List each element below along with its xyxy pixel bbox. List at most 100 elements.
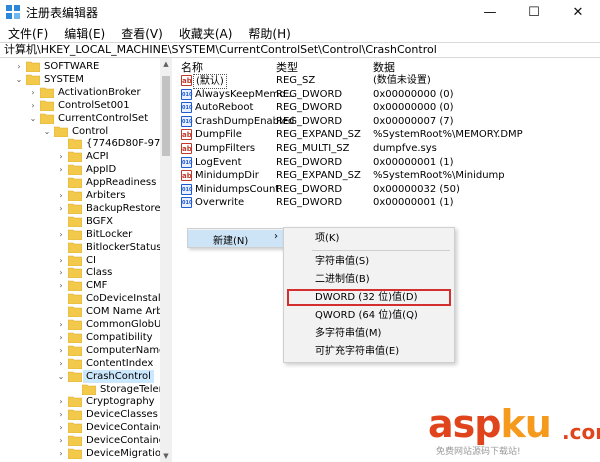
value-data: 0x00000032 (50)	[373, 183, 460, 195]
value-row[interactable]: ab MinidumpDir REG_EXPAND_SZ %SystemRoot%\M…	[176, 169, 600, 182]
submenu-qword-value[interactable]: QWORD (64 位)值(Q)	[284, 307, 454, 324]
binary-value-icon: 010	[181, 88, 192, 100]
value-data: 0x00000000 (0)	[373, 88, 454, 100]
binary-value-icon: 010	[181, 156, 192, 168]
tree-item-label: ACPI	[86, 151, 109, 163]
string-value-icon: ab	[181, 75, 192, 86]
value-row[interactable]: ab DumpFile REG_EXPAND_SZ %SystemRoot%\MEMO…	[176, 128, 600, 141]
context-new[interactable]: 新建(N) ›	[188, 230, 284, 247]
column-data[interactable]: 数据	[373, 59, 395, 75]
close-button[interactable]: ✕	[556, 0, 600, 24]
value-row[interactable]: 010 CrashDumpEnabled REG_DWORD 0x00000007 (…	[176, 115, 600, 128]
chevron-right-icon[interactable]: ›	[56, 447, 66, 460]
folder-icon	[68, 280, 82, 292]
submenu-key[interactable]: 项(K)	[284, 230, 454, 247]
watermark: aspku .com 免费网站源码下载站!	[428, 402, 600, 460]
chevron-right-icon[interactable]: ›	[56, 189, 66, 202]
chevron-right-icon[interactable]: ›	[56, 434, 66, 447]
menu-help[interactable]: 帮助(H)	[244, 24, 294, 42]
chevron-right-icon[interactable]: ›	[56, 357, 66, 370]
watermark-tagline: 免费网站源码下载站!	[436, 447, 521, 457]
chevron-right-icon[interactable]: ›	[56, 163, 66, 176]
menu-file[interactable]: 文件(F)	[4, 24, 52, 42]
chevron-right-icon[interactable]: ›	[56, 344, 66, 357]
chevron-right-icon[interactable]: ›	[56, 421, 66, 434]
value-name: MinidumpsCount	[195, 183, 280, 195]
folder-icon	[68, 397, 82, 408]
tree-item-label: Compatibility	[86, 331, 153, 343]
submenu-string-value[interactable]: 字符串值(S)	[284, 253, 454, 270]
scroll-thumb[interactable]	[162, 76, 170, 156]
chevron-right-icon[interactable]: ›	[56, 408, 66, 421]
value-row[interactable]: 010 MinidumpsCount REG_DWORD 0x00000032 (50…	[176, 183, 600, 196]
chevron-right-icon[interactable]: ›	[28, 99, 38, 112]
value-row[interactable]: ab (默认) REG_SZ (数值未设置)	[176, 74, 600, 89]
scroll-down-icon[interactable]: ▼	[160, 450, 172, 462]
menu-separator	[312, 250, 450, 251]
submenu-binary-value[interactable]: 二进制值(B)	[284, 271, 454, 288]
value-data: %SystemRoot%\Minidump	[373, 170, 505, 182]
value-row[interactable]: ab DumpFilters REG_MULTI_SZ dumpfve.sys	[176, 142, 600, 155]
value-data: dumpfve.sys	[373, 143, 437, 154]
maximize-button[interactable]: ☐	[512, 0, 556, 24]
submenu-multi-string-value[interactable]: 多字符串值(M)	[284, 325, 454, 342]
tree-item-label: BitlockerStatus	[86, 241, 162, 253]
value-type: REG_DWORD	[276, 183, 343, 195]
chevron-down-icon[interactable]: ⌄	[14, 73, 24, 86]
window-title: 注册表编辑器	[26, 6, 99, 20]
value-row[interactable]: 010 AlwaysKeepMemo... REG_DWORD 0x00000000 …	[176, 88, 600, 101]
tree-item-label: Arbiters	[86, 190, 126, 201]
folder-icon	[68, 293, 82, 305]
title-bar: 注册表编辑器 — ☐ ✕	[0, 0, 600, 24]
column-name[interactable]: 名称	[181, 59, 203, 75]
tree-scrollbar[interactable]: ▲ ▼	[160, 58, 172, 462]
menu-edit[interactable]: 编辑(E)	[60, 24, 109, 42]
chevron-down-icon[interactable]: ⌄	[28, 112, 38, 125]
address-bar[interactable]: 计算机\HKEY_LOCAL_MACHINE\SYSTEM\CurrentCon…	[0, 42, 600, 58]
folder-icon	[26, 74, 40, 85]
tree-item-label: DeviceClasses	[86, 409, 158, 421]
folder-icon	[82, 384, 96, 395]
chevron-right-icon[interactable]: ›	[56, 395, 66, 408]
chevron-right-icon[interactable]: ›	[56, 266, 66, 279]
chevron-right-icon[interactable]: ›	[56, 150, 66, 163]
folder-icon	[68, 177, 82, 189]
column-type[interactable]: 类型	[276, 59, 298, 75]
value-row[interactable]: 010 Overwrite REG_DWORD 0x00000001 (1)	[176, 196, 600, 209]
folder-icon	[40, 113, 54, 124]
chevron-right-icon[interactable]: ›	[14, 60, 24, 73]
submenu-expandable-string-value[interactable]: 可扩充字符串值(E)	[284, 343, 454, 360]
tree-item-label: BackupRestore	[86, 202, 161, 214]
chevron-right-icon[interactable]: ›	[56, 331, 66, 344]
key-tree: › SOFTWARE ⌄ SYSTEM › ActivationBroker › Contro…	[0, 58, 172, 462]
string-value-icon: ab	[181, 129, 192, 141]
folder-icon	[68, 345, 82, 356]
folder-icon	[68, 242, 82, 253]
value-type: REG_MULTI_SZ	[276, 143, 350, 154]
scroll-up-icon[interactable]: ▲	[160, 58, 172, 70]
folder-icon	[68, 255, 82, 266]
menu-view[interactable]: 查看(V)	[117, 24, 167, 42]
chevron-right-icon[interactable]: ›	[56, 279, 66, 292]
chevron-right-icon[interactable]: ›	[56, 228, 66, 241]
chevron-right-icon[interactable]: ›	[56, 254, 66, 267]
tree-item-label: SOFTWARE	[44, 61, 100, 72]
watermark-logo: aspku	[428, 402, 552, 446]
folder-icon	[68, 203, 82, 214]
value-row[interactable]: 010 LogEvent REG_DWORD 0x00000001 (1)	[176, 156, 600, 169]
value-data: 0x00000001 (1)	[373, 197, 454, 209]
tree-item-label: Control	[72, 125, 109, 137]
value-row[interactable]: 010 AutoReboot REG_DWORD 0x00000000 (0)	[176, 101, 600, 114]
tree-item-label: DeviceMigration	[86, 448, 168, 459]
folder-icon	[68, 371, 82, 382]
minimize-button[interactable]: —	[468, 0, 512, 24]
submenu-dword-value[interactable]: DWORD (32 位)值(D)	[287, 289, 451, 306]
folder-icon	[68, 151, 82, 163]
chevron-right-icon[interactable]: ›	[56, 202, 66, 215]
chevron-down-icon[interactable]: ⌄	[42, 125, 52, 138]
chevron-down-icon[interactable]: ⌄	[56, 370, 66, 383]
chevron-right-icon[interactable]: ›	[56, 318, 66, 331]
menu-favorites[interactable]: 收藏夹(A)	[175, 24, 237, 42]
value-name: AutoReboot	[195, 102, 254, 114]
chevron-right-icon[interactable]: ›	[28, 86, 38, 99]
